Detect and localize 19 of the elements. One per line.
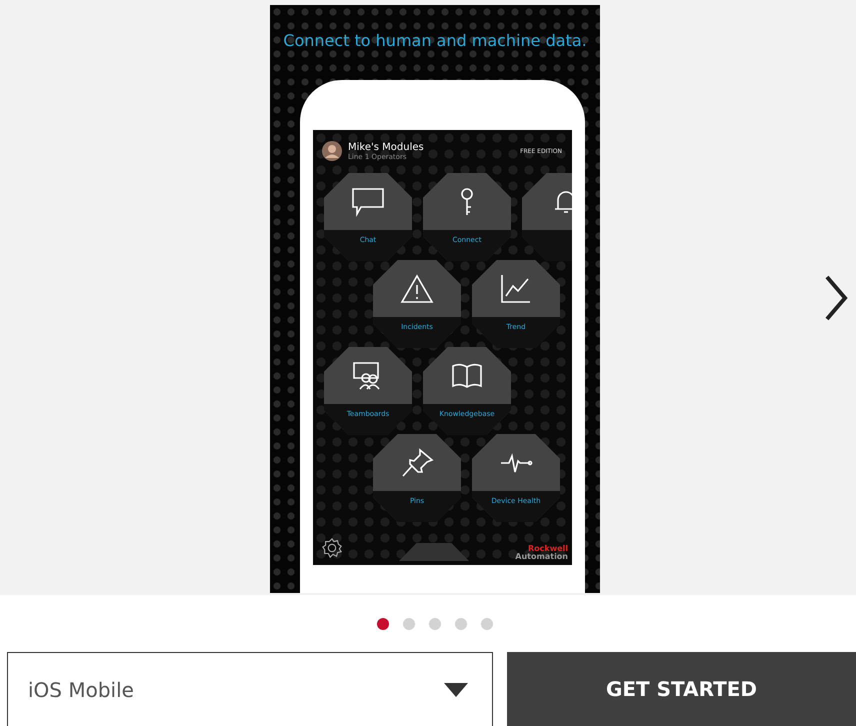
warning-icon xyxy=(400,274,434,304)
caret-icon xyxy=(444,682,468,696)
carousel-dot[interactable] xyxy=(481,618,493,630)
line-chart-icon xyxy=(499,274,533,304)
carousel-dot[interactable] xyxy=(403,618,415,630)
platform-dropdown[interactable]: iOS Mobile xyxy=(7,652,493,726)
get-started-button[interactable]: GET STARTED xyxy=(507,652,856,726)
slide-caption: Connect to human and machine data. xyxy=(283,31,587,50)
user-name: Mike's Modules xyxy=(348,142,424,152)
avatar-icon xyxy=(322,141,342,161)
carousel-dot[interactable] xyxy=(429,618,441,630)
settings-icon[interactable] xyxy=(321,537,343,559)
bottom-tab[interactable] xyxy=(399,543,469,561)
pushpin-icon xyxy=(400,448,434,478)
carousel-dot[interactable] xyxy=(377,618,389,630)
brand-name: Automation xyxy=(515,553,568,561)
carousel-dot[interactable] xyxy=(455,618,467,630)
brand-name: Rockwell xyxy=(528,545,568,553)
speech-bubble-icon xyxy=(351,186,385,216)
